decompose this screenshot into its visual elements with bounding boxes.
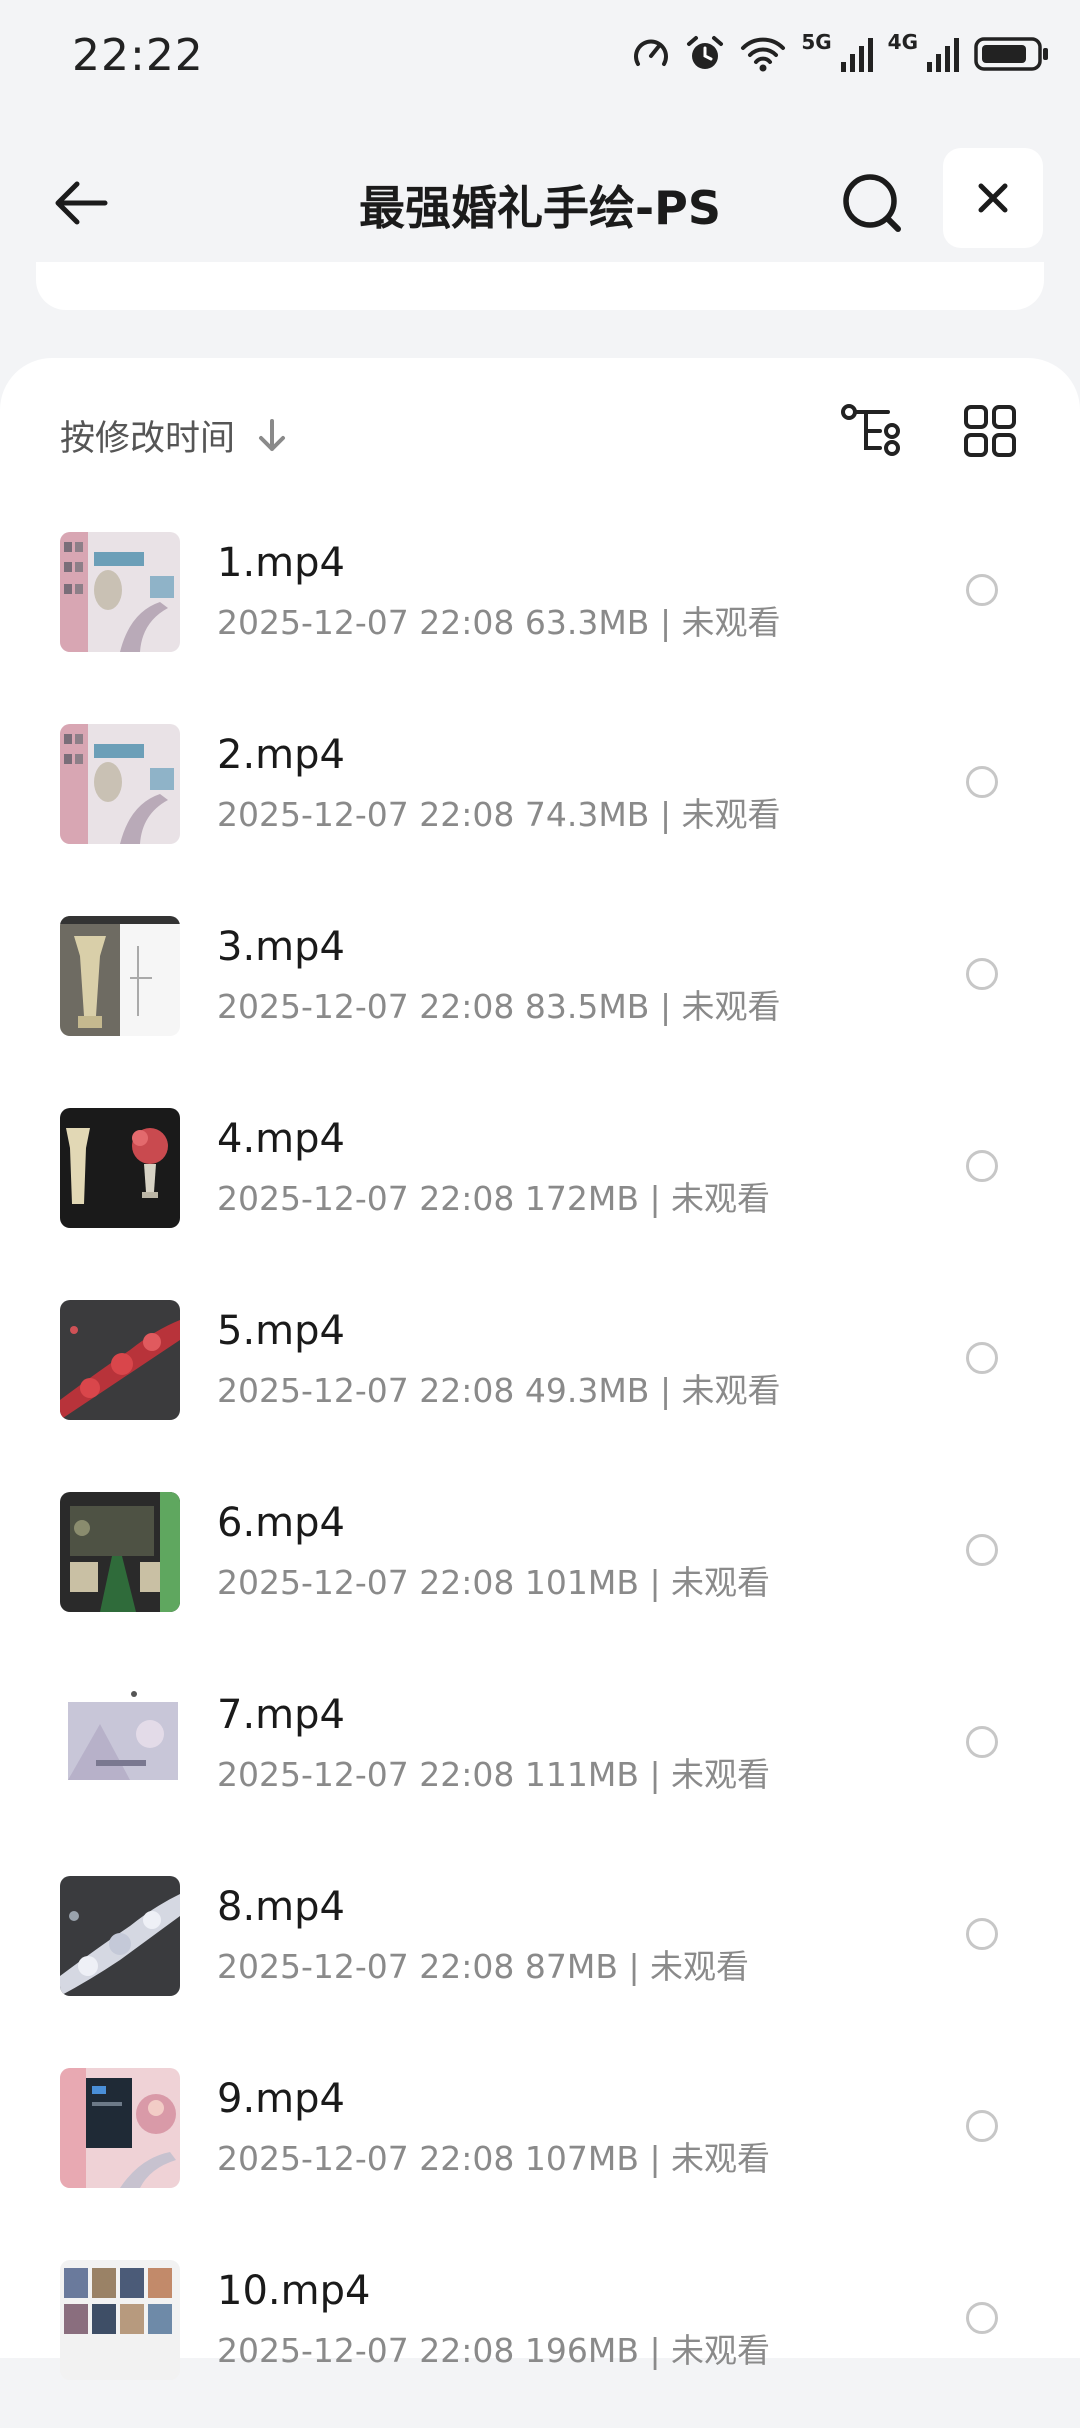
file-name: 2.mp4	[217, 732, 345, 778]
file-name: 9.mp4	[217, 2076, 345, 2122]
alarm-icon	[687, 36, 724, 69]
status-bar: 22:22 5G 4G	[0, 0, 1080, 120]
search-button[interactable]	[835, 166, 909, 240]
list-item[interactable]: 2.mp4 2025-12-07 22:08 74.3MB | 未观看	[0, 700, 1080, 892]
list-item[interactable]: 6.mp4 2025-12-07 22:08 101MB | 未观看	[0, 1468, 1080, 1660]
list-item[interactable]: 9.mp4 2025-12-07 22:08 107MB | 未观看	[0, 2044, 1080, 2236]
video-thumbnail	[60, 2260, 180, 2380]
page-title: 最强婚礼手绘-PS	[359, 181, 721, 235]
select-radio[interactable]	[966, 2302, 998, 2334]
speedometer-icon	[634, 39, 669, 66]
search-icon	[843, 174, 901, 232]
sort-selector[interactable]: 按修改时间	[60, 400, 289, 470]
file-meta: 2025-12-07 22:08 196MB | 未观看	[217, 2331, 771, 2370]
select-radio[interactable]	[966, 958, 998, 990]
video-thumbnail	[60, 1300, 180, 1420]
video-thumbnail	[60, 1108, 180, 1228]
top-bar: 最强婚礼手绘-PS	[0, 130, 1080, 270]
tree-view-button[interactable]	[836, 396, 906, 466]
grid-view-button[interactable]	[955, 396, 1025, 466]
video-thumbnail	[60, 1684, 180, 1804]
select-radio[interactable]	[966, 766, 998, 798]
file-meta: 2025-12-07 22:08 172MB | 未观看	[217, 1179, 771, 1218]
select-radio[interactable]	[966, 1150, 998, 1182]
file-list: 1.mp4 2025-12-07 22:08 63.3MB | 未观看 2.mp…	[0, 508, 1080, 2428]
select-radio[interactable]	[966, 1726, 998, 1758]
list-item[interactable]: 3.mp4 2025-12-07 22:08 83.5MB | 未观看	[0, 892, 1080, 1084]
file-meta: 2025-12-07 22:08 63.3MB | 未观看	[217, 603, 781, 642]
file-meta: 2025-12-07 22:08 111MB | 未观看	[217, 1755, 771, 1794]
select-radio[interactable]	[966, 574, 998, 606]
file-name: 10.mp4	[217, 2268, 371, 2314]
select-radio[interactable]	[966, 2110, 998, 2142]
arrow-down-icon	[259, 419, 286, 451]
video-thumbnail	[60, 1876, 180, 1996]
video-thumbnail	[60, 1492, 180, 1612]
collapsed-card-edge	[36, 262, 1044, 310]
network-5g-label: 5G	[801, 30, 832, 54]
file-name: 3.mp4	[217, 924, 345, 970]
file-meta: 2025-12-07 22:08 87MB | 未观看	[217, 1947, 750, 1986]
file-name: 1.mp4	[217, 540, 345, 586]
video-thumbnail	[60, 916, 180, 1036]
status-time: 22:22	[72, 30, 204, 81]
video-thumbnail	[60, 532, 180, 652]
video-thumbnail	[60, 724, 180, 844]
file-meta: 2025-12-07 22:08 83.5MB | 未观看	[217, 987, 781, 1026]
list-item[interactable]: 5.mp4 2025-12-07 22:08 49.3MB | 未观看	[0, 1276, 1080, 1468]
list-item[interactable]: 4.mp4 2025-12-07 22:08 172MB | 未观看	[0, 1084, 1080, 1276]
list-item[interactable]: 7.mp4 2025-12-07 22:08 111MB | 未观看	[0, 1660, 1080, 1852]
wifi-icon	[741, 37, 786, 72]
list-item[interactable]: 1.mp4 2025-12-07 22:08 63.3MB | 未观看	[0, 508, 1080, 700]
grid-view-icon	[964, 405, 1016, 457]
select-radio[interactable]	[966, 1342, 998, 1374]
file-name: 6.mp4	[217, 1500, 345, 1546]
select-radio[interactable]	[966, 1918, 998, 1950]
file-meta: 2025-12-07 22:08 107MB | 未观看	[217, 2139, 771, 2178]
battery-icon	[974, 37, 1048, 71]
file-name: 4.mp4	[217, 1116, 345, 1162]
select-radio[interactable]	[966, 1534, 998, 1566]
file-name: 8.mp4	[217, 1884, 345, 1930]
file-meta: 2025-12-07 22:08 49.3MB | 未观看	[217, 1371, 781, 1410]
close-button[interactable]	[943, 148, 1043, 248]
file-list-panel: 按修改时间 1.mp4 2025-12-07 22:08 63.3MB | 未观…	[0, 358, 1080, 2380]
file-meta: 2025-12-07 22:08 101MB | 未观看	[217, 1563, 771, 1602]
network-4g-label: 4G	[887, 30, 918, 54]
video-thumbnail	[60, 2068, 180, 2188]
close-icon	[978, 183, 1008, 213]
signal-4g-icon	[927, 38, 959, 72]
tree-view-icon	[841, 404, 900, 456]
list-item[interactable]: 10.mp4 2025-12-07 22:08 196MB | 未观看	[0, 2236, 1080, 2428]
signal-5g-icon	[840, 38, 873, 72]
file-name: 7.mp4	[217, 1692, 345, 1738]
status-icons: 5G 4G	[631, 30, 1050, 74]
sort-label: 按修改时间	[60, 418, 236, 459]
file-meta: 2025-12-07 22:08 74.3MB | 未观看	[217, 795, 781, 834]
list-item[interactable]: 8.mp4 2025-12-07 22:08 87MB | 未观看	[0, 1852, 1080, 2044]
file-name: 5.mp4	[217, 1308, 345, 1354]
